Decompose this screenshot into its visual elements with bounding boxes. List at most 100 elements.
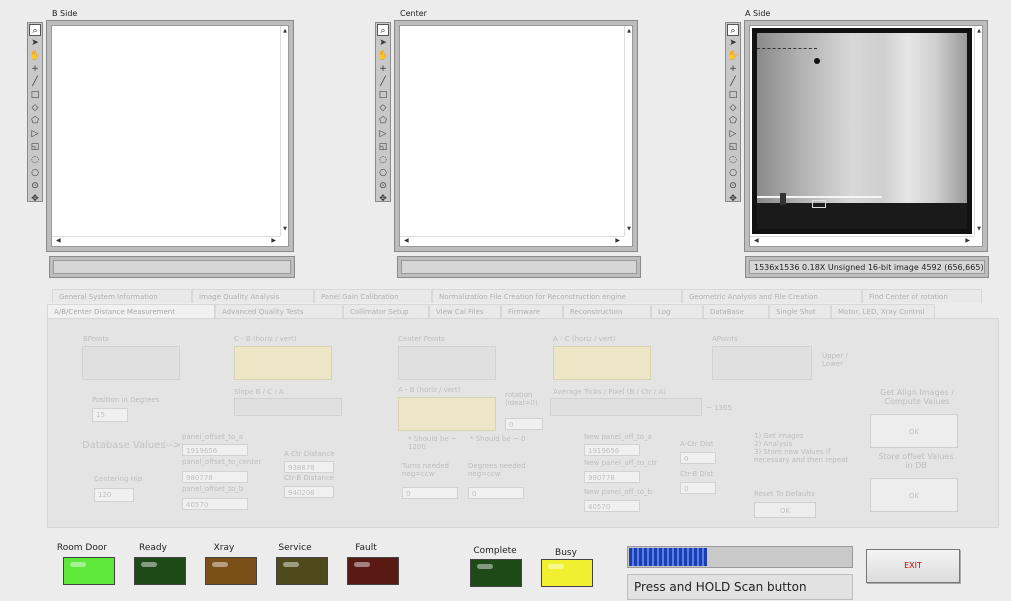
tab-r1-5[interactable]: Find Center of rotation bbox=[862, 289, 982, 303]
pan-icon[interactable]: ✥ bbox=[727, 193, 739, 205]
cb-array bbox=[234, 346, 332, 380]
rotated-rect-icon[interactable]: ◱ bbox=[727, 141, 739, 153]
pan-icon[interactable]: ✥ bbox=[377, 193, 389, 205]
crosshair-icon[interactable]: + bbox=[377, 63, 389, 75]
hand-icon[interactable]: ✋ bbox=[377, 50, 389, 62]
rectangle-icon[interactable]: □ bbox=[727, 89, 739, 101]
tab-r2-5[interactable]: Reconstruction bbox=[563, 304, 651, 318]
tab-r1-1[interactable]: Image Quality Analysis bbox=[192, 289, 314, 303]
freehand-icon[interactable]: ▷ bbox=[29, 128, 41, 140]
rectangle-icon[interactable]: □ bbox=[29, 89, 41, 101]
tab-r1-2[interactable]: Panel Gain Calibration bbox=[314, 289, 432, 303]
zoom-icon[interactable]: ⌕ bbox=[727, 24, 739, 36]
exit-button[interactable]: EXIT bbox=[866, 549, 960, 583]
new-offset-a-label: New panel_off_to_a bbox=[584, 433, 652, 441]
tab-r2-6[interactable]: Log bbox=[651, 304, 703, 318]
a-ctr-dist-label: A-Ctr Dist bbox=[680, 440, 714, 448]
indicator-led bbox=[347, 557, 399, 585]
crosshair-icon[interactable]: + bbox=[727, 63, 739, 75]
reset-defaults-button[interactable]: OK bbox=[754, 502, 816, 518]
arrow-icon[interactable]: ➤ bbox=[377, 37, 389, 49]
polygon-icon[interactable]: ⬠ bbox=[377, 115, 389, 127]
center-image-display[interactable]: ▲ ▼ ◀ ▶ bbox=[399, 25, 633, 247]
diamond-icon[interactable]: ◇ bbox=[727, 102, 739, 114]
indicator-label: Busy bbox=[555, 548, 577, 558]
store-offset-button[interactable]: OK bbox=[870, 478, 958, 512]
line-icon[interactable]: ╱ bbox=[377, 76, 389, 88]
indicator-label: Complete bbox=[473, 546, 517, 556]
scan-message: Press and HOLD Scan button bbox=[627, 574, 853, 600]
get-align-button[interactable]: OK bbox=[870, 414, 958, 448]
tab-r2-4[interactable]: Firmware bbox=[501, 304, 563, 318]
tab-r2-2[interactable]: Collimator Setup bbox=[343, 304, 429, 318]
tab-r1-4[interactable]: Geometric Analysis and File Creation bbox=[682, 289, 862, 303]
annulus-icon[interactable]: ◌ bbox=[377, 154, 389, 166]
upper-lower-label: Upper / Lower bbox=[822, 352, 848, 368]
indicator-led bbox=[276, 557, 328, 585]
centering-hip-input[interactable]: 120 bbox=[94, 488, 134, 502]
pan-icon[interactable]: ✥ bbox=[29, 193, 41, 205]
rotated-rect-icon[interactable]: ◱ bbox=[29, 141, 41, 153]
xray-dashed-line bbox=[757, 48, 817, 49]
annulus-icon[interactable]: ◌ bbox=[727, 154, 739, 166]
freehand-icon[interactable]: ▷ bbox=[377, 128, 389, 140]
rectangle-icon[interactable]: □ bbox=[377, 89, 389, 101]
hand-icon[interactable]: ✋ bbox=[29, 50, 41, 62]
oval-icon[interactable]: ○ bbox=[377, 167, 389, 179]
multi-point-icon[interactable]: ⊙ bbox=[377, 180, 389, 192]
rotated-rect-icon[interactable]: ◱ bbox=[377, 141, 389, 153]
bpoints-label: BPoints bbox=[83, 335, 109, 343]
cb-label: C - B (horiz / vert) bbox=[234, 335, 297, 343]
instruction-line: necessary and then repeat bbox=[754, 456, 849, 464]
a-side-vertical-scrollbar[interactable]: ▲ ▼ bbox=[974, 26, 982, 236]
indicator-label: Ready bbox=[139, 543, 167, 553]
center-vertical-scrollbar[interactable]: ▲ ▼ bbox=[624, 26, 632, 236]
tab-r2-3[interactable]: View Cal Files bbox=[429, 304, 501, 318]
hand-icon[interactable]: ✋ bbox=[727, 50, 739, 62]
line-icon[interactable]: ╱ bbox=[29, 76, 41, 88]
annulus-icon[interactable]: ◌ bbox=[29, 154, 41, 166]
xray-fixture-post bbox=[780, 193, 786, 205]
a-side-horizontal-scrollbar[interactable]: ◀ ▶ bbox=[750, 236, 974, 246]
tab-r2-9[interactable]: Motor, LED, Xray Control bbox=[831, 304, 935, 318]
b-side-image-display[interactable]: ▲ ▼ ◀ ▶ bbox=[51, 25, 289, 247]
tab-r2-8[interactable]: Single Shot bbox=[769, 304, 831, 318]
new-offset-a-value: 1919656 bbox=[584, 444, 640, 456]
a-side-title: A Side bbox=[745, 9, 771, 18]
new-offset-ctr-label: New panel_off_to_ctr bbox=[584, 459, 658, 467]
freehand-icon[interactable]: ▷ bbox=[727, 128, 739, 140]
panel-offset-a-value: 1919656 bbox=[182, 444, 248, 456]
turns-needed-label: Turns needed neg=ccw bbox=[402, 462, 449, 478]
tab-r1-3[interactable]: Normalization File Creation for Reconstr… bbox=[432, 289, 682, 303]
tab-r2-7[interactable]: DataBase bbox=[703, 304, 769, 318]
tab-r1-0[interactable]: General System Information bbox=[52, 289, 192, 303]
panel-offset-b-value: 40570 bbox=[182, 498, 248, 510]
center-horizontal-scrollbar[interactable]: ◀ ▶ bbox=[400, 236, 624, 246]
new-offset-ctr-value: 980778 bbox=[584, 471, 640, 483]
b-side-horizontal-scrollbar[interactable]: ◀ ▶ bbox=[52, 236, 280, 246]
oval-icon[interactable]: ○ bbox=[727, 167, 739, 179]
zoom-icon[interactable]: ⌕ bbox=[377, 24, 389, 36]
tab-r2-1[interactable]: Advanced Quality Tests bbox=[215, 304, 343, 318]
slope-array bbox=[234, 398, 342, 416]
multi-point-icon[interactable]: ⊙ bbox=[727, 180, 739, 192]
line-icon[interactable]: ╱ bbox=[727, 76, 739, 88]
diamond-icon[interactable]: ◇ bbox=[377, 102, 389, 114]
position-input[interactable]: 15 bbox=[92, 408, 128, 422]
arrow-icon[interactable]: ➤ bbox=[727, 37, 739, 49]
instruction-line: 1) Get images bbox=[754, 432, 804, 440]
indicator-led bbox=[134, 557, 186, 585]
polygon-icon[interactable]: ⬠ bbox=[29, 115, 41, 127]
a-side-image-display[interactable]: ▲ ▼ ◀ ▶ bbox=[749, 25, 983, 247]
zoom-icon[interactable]: ⌕ bbox=[29, 24, 41, 36]
arrow-icon[interactable]: ➤ bbox=[29, 37, 41, 49]
xray-marker-dot bbox=[814, 58, 820, 64]
oval-icon[interactable]: ○ bbox=[29, 167, 41, 179]
a-side-status-text: 1536x1536 0.18X Unsigned 16-bit image 45… bbox=[749, 260, 985, 274]
multi-point-icon[interactable]: ⊙ bbox=[29, 180, 41, 192]
polygon-icon[interactable]: ⬠ bbox=[727, 115, 739, 127]
crosshair-icon[interactable]: + bbox=[29, 63, 41, 75]
b-side-vertical-scrollbar[interactable]: ▲ ▼ bbox=[280, 26, 288, 236]
tab-r2-0[interactable]: A/B/Center Distance Measurement bbox=[47, 304, 215, 318]
diamond-icon[interactable]: ◇ bbox=[29, 102, 41, 114]
